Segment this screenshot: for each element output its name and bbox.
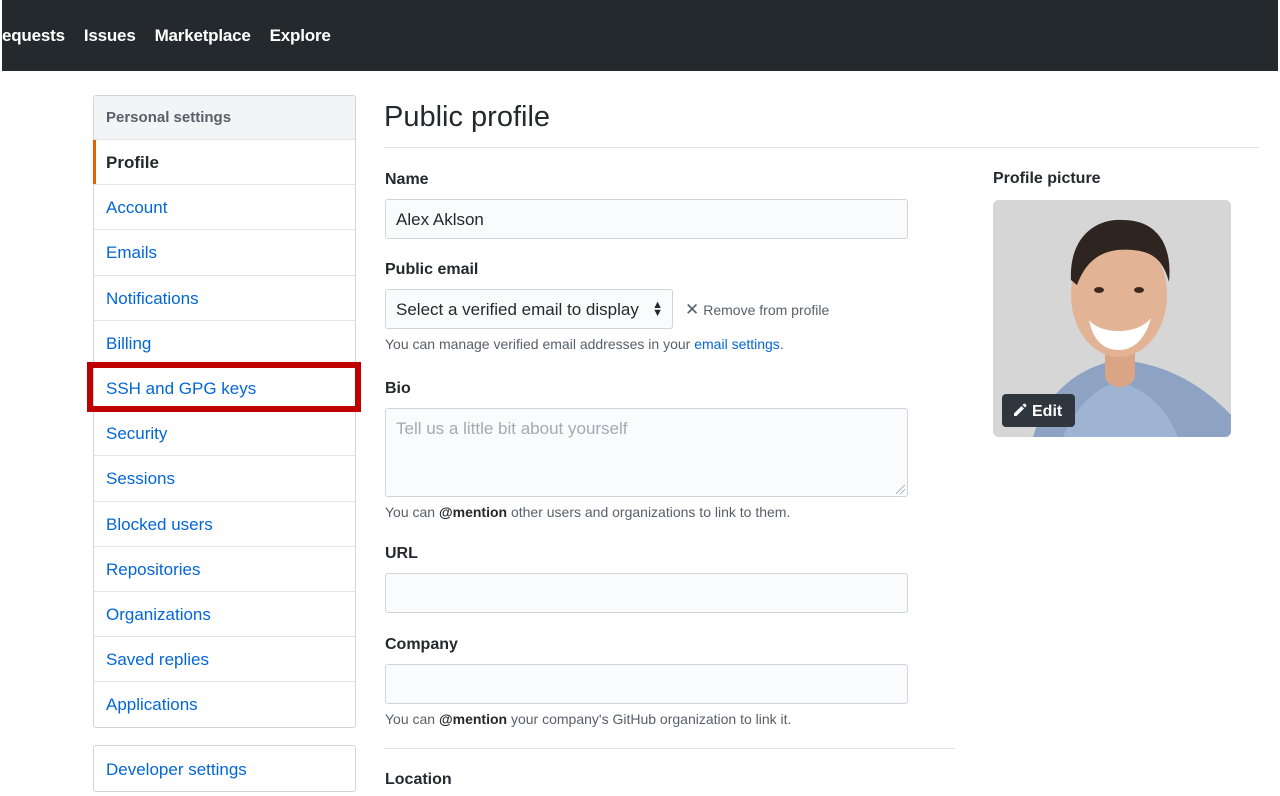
name-label: Name xyxy=(385,171,429,188)
url-label: URL xyxy=(385,545,418,562)
profile-picture-label: Profile picture xyxy=(993,170,1101,187)
title-divider xyxy=(384,147,1259,148)
page-title: Public profile xyxy=(384,101,551,133)
bio-note-mention: @mention xyxy=(438,504,508,520)
bio-textarea[interactable]: Tell us a little bit about yourself xyxy=(385,408,908,497)
bio-note-prefix: You can xyxy=(385,504,439,520)
sidebar-item-billing[interactable]: Billing xyxy=(94,321,355,366)
company-note-suffix: your company's GitHub organization to li… xyxy=(507,711,792,727)
select-caret-icon: ▲ ▼ xyxy=(652,299,663,319)
nav-explore[interactable]: Explore xyxy=(270,26,331,46)
company-input[interactable] xyxy=(385,664,908,704)
remove-from-profile-button[interactable]: ✕ Remove from profile xyxy=(685,300,829,320)
location-label: Location xyxy=(385,771,452,788)
public-email-note-text: You can manage verified email addresses … xyxy=(385,336,695,352)
nav-issues[interactable]: Issues xyxy=(84,26,136,46)
public-email-select[interactable]: Select a verified email to display ▲ ▼ xyxy=(385,289,673,329)
company-note-prefix: You can xyxy=(385,711,439,727)
pencil-icon xyxy=(1014,403,1027,416)
bio-label: Bio xyxy=(385,380,411,397)
name-input[interactable]: Alex Aklson xyxy=(385,199,908,239)
company-note-mention: @mention xyxy=(438,711,508,727)
sidebar-item-sessions[interactable]: Sessions xyxy=(94,456,355,502)
sidebar-item-blocked-users[interactable]: Blocked users xyxy=(94,502,355,547)
sidebar-item-security[interactable]: Security xyxy=(94,411,355,457)
form-divider xyxy=(384,748,955,749)
company-label: Company xyxy=(385,636,458,653)
resize-handle-icon[interactable] xyxy=(896,485,905,494)
edit-label: Edit xyxy=(1032,403,1063,420)
email-settings-link[interactable]: email settings xyxy=(694,336,780,352)
close-icon: ✕ xyxy=(685,300,700,319)
edit-avatar-button[interactable]: Edit xyxy=(1002,394,1075,427)
sidebar-item-notifications[interactable]: Notifications xyxy=(94,276,355,321)
sidebar-header: Personal settings xyxy=(94,96,355,140)
sidebar-item-profile[interactable]: Profile xyxy=(93,140,355,186)
sidebar-item-repositories[interactable]: Repositories xyxy=(94,547,355,592)
sidebar-item-saved-replies[interactable]: Saved replies xyxy=(94,637,355,683)
sidebar-item-ssh-gpg-keys[interactable]: SSH and GPG keys xyxy=(94,366,355,412)
sidebar-item-account[interactable]: Account xyxy=(94,185,355,231)
company-note: You can @mention your company's GitHub o… xyxy=(385,711,791,727)
bio-placeholder: Tell us a little bit about yourself xyxy=(396,419,628,438)
top-navbar: ll requests Issues Marketplace Explore xyxy=(0,0,1280,71)
public-email-label: Public email xyxy=(385,261,479,278)
public-email-note-suffix: . xyxy=(779,336,784,352)
sidebar-item-developer-settings[interactable]: Developer settings xyxy=(93,745,356,792)
public-email-selected-value: Select a verified email to display xyxy=(396,300,639,319)
top-nav-links: ll requests Issues Marketplace Explore xyxy=(0,26,331,46)
public-email-note: You can manage verified email addresses … xyxy=(385,336,784,352)
remove-from-profile-label: Remove from profile xyxy=(703,302,830,318)
url-input[interactable] xyxy=(385,573,908,613)
nav-marketplace[interactable]: Marketplace xyxy=(155,26,251,46)
settings-sidebar: Personal settings Profile Account Emails… xyxy=(93,95,356,729)
sidebar-item-organizations[interactable]: Organizations xyxy=(94,592,355,638)
sidebar-item-applications[interactable]: Applications xyxy=(94,682,355,727)
sidebar-item-emails[interactable]: Emails xyxy=(94,230,355,276)
bio-note: You can @mention other users and organiz… xyxy=(385,504,790,520)
nav-pull-requests[interactable]: ll requests xyxy=(0,26,65,46)
bio-note-suffix: other users and organizations to link to… xyxy=(507,504,791,520)
